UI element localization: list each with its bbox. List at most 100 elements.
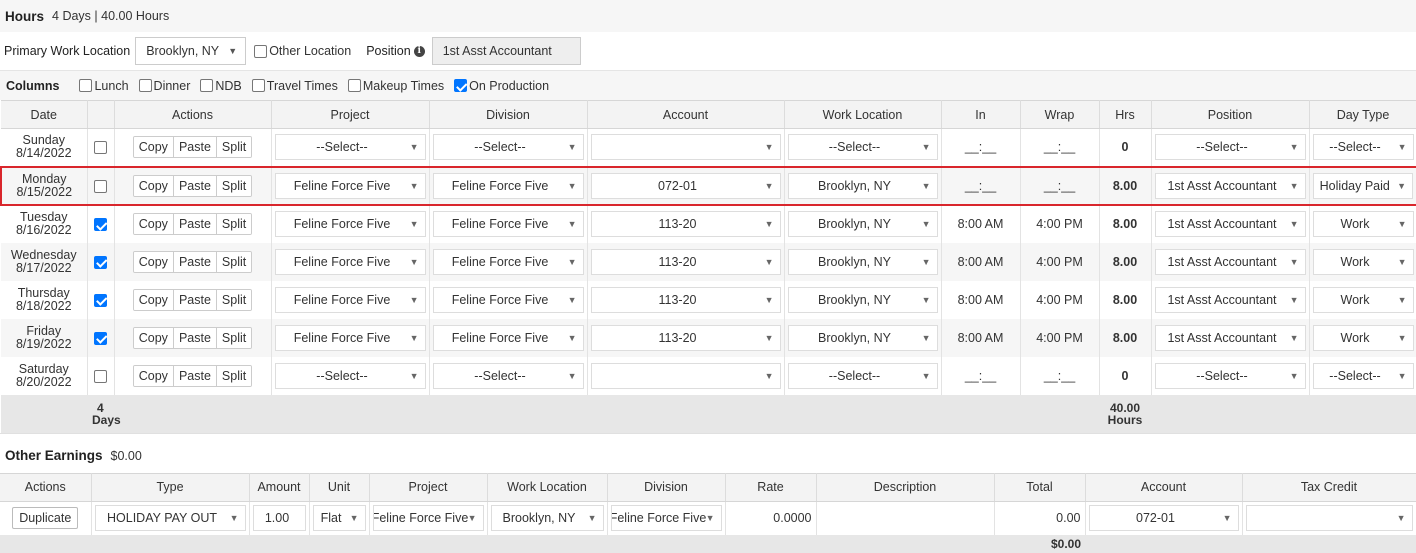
position-select[interactable]: 1st Asst Accountant▼ bbox=[1155, 325, 1306, 351]
rate-input[interactable]: 0.0000 bbox=[773, 511, 811, 525]
earning-location-select[interactable]: Brooklyn, NY ▼ bbox=[491, 505, 604, 531]
lunch-checkbox[interactable] bbox=[79, 79, 92, 92]
dinner-checkbox[interactable] bbox=[139, 79, 152, 92]
copy-button[interactable]: Copy bbox=[134, 290, 174, 310]
row-checkbox[interactable] bbox=[94, 370, 107, 383]
column-toggle-travel-times[interactable]: Travel Times bbox=[252, 79, 338, 93]
copy-button[interactable]: Copy bbox=[134, 214, 174, 234]
account-select[interactable]: ▼ bbox=[591, 134, 781, 160]
work-location-select[interactable]: --Select--▼ bbox=[788, 134, 938, 160]
account-select[interactable]: 113-20▼ bbox=[591, 211, 781, 237]
project-select[interactable]: Feline Force Five▼ bbox=[275, 211, 426, 237]
paste-button[interactable]: Paste bbox=[174, 366, 217, 386]
account-select[interactable]: 113-20▼ bbox=[591, 249, 781, 275]
in-time-input[interactable]: 8:00 AM bbox=[958, 217, 1004, 231]
row-checkbox[interactable] bbox=[94, 294, 107, 307]
tax-credit-select[interactable]: ▼ bbox=[1246, 505, 1413, 531]
division-select[interactable]: Feline Force Five▼ bbox=[433, 287, 584, 313]
split-button[interactable]: Split bbox=[217, 328, 251, 348]
earning-account-select[interactable]: 072-01 ▼ bbox=[1089, 505, 1239, 531]
earning-division-select[interactable]: Feline Force Five ▼ bbox=[611, 505, 722, 531]
day-type-select[interactable]: Work▼ bbox=[1313, 325, 1414, 351]
makeup-times-checkbox[interactable] bbox=[348, 79, 361, 92]
copy-button[interactable]: Copy bbox=[134, 176, 174, 196]
split-button[interactable]: Split bbox=[217, 176, 251, 196]
column-toggle-dinner[interactable]: Dinner bbox=[139, 79, 191, 93]
column-toggle-ndb[interactable]: NDB bbox=[200, 79, 241, 93]
in-time-input[interactable]: __:__ bbox=[965, 369, 996, 383]
wrap-time-input[interactable]: __:__ bbox=[1044, 179, 1075, 193]
project-select[interactable]: Feline Force Five▼ bbox=[275, 249, 426, 275]
position-select[interactable]: 1st Asst Accountant▼ bbox=[1155, 211, 1306, 237]
unit-select[interactable]: Flat ▼ bbox=[313, 505, 366, 531]
wrap-time-input[interactable]: __:__ bbox=[1044, 140, 1075, 154]
position-select[interactable]: 1st Asst Accountant▼ bbox=[1155, 173, 1306, 199]
project-select[interactable]: Feline Force Five▼ bbox=[275, 287, 426, 313]
column-toggle-lunch[interactable]: Lunch bbox=[79, 79, 128, 93]
in-time-input[interactable]: __:__ bbox=[965, 140, 996, 154]
wrap-time-input[interactable]: 4:00 PM bbox=[1036, 331, 1083, 345]
in-time-input[interactable]: 8:00 AM bbox=[958, 331, 1004, 345]
position-select[interactable]: 1st Asst Accountant▼ bbox=[1155, 249, 1306, 275]
day-type-select[interactable]: Work▼ bbox=[1313, 287, 1414, 313]
day-type-select[interactable]: --Select--▼ bbox=[1313, 134, 1414, 160]
column-toggle-on-production[interactable]: On Production bbox=[454, 79, 549, 93]
other-location-toggle[interactable]: Other Location bbox=[254, 44, 351, 58]
work-location-select[interactable]: --Select--▼ bbox=[788, 363, 938, 389]
account-select[interactable]: 113-20▼ bbox=[591, 287, 781, 313]
paste-button[interactable]: Paste bbox=[174, 176, 217, 196]
row-checkbox[interactable] bbox=[94, 218, 107, 231]
position-select[interactable]: --Select--▼ bbox=[1155, 363, 1306, 389]
project-select[interactable]: Feline Force Five▼ bbox=[275, 173, 426, 199]
division-select[interactable]: Feline Force Five▼ bbox=[433, 173, 584, 199]
division-select[interactable]: Feline Force Five▼ bbox=[433, 211, 584, 237]
earning-project-select[interactable]: Feline Force Five ▼ bbox=[373, 505, 484, 531]
work-location-select[interactable]: Brooklyn, NY▼ bbox=[788, 325, 938, 351]
split-button[interactable]: Split bbox=[217, 252, 251, 272]
row-checkbox[interactable] bbox=[94, 256, 107, 269]
day-type-select[interactable]: Work▼ bbox=[1313, 211, 1414, 237]
paste-button[interactable]: Paste bbox=[174, 214, 217, 234]
wrap-time-input[interactable]: 4:00 PM bbox=[1036, 217, 1083, 231]
travel-times-checkbox[interactable] bbox=[252, 79, 265, 92]
work-location-select[interactable]: Brooklyn, NY▼ bbox=[788, 173, 938, 199]
split-button[interactable]: Split bbox=[217, 290, 251, 310]
copy-button[interactable]: Copy bbox=[134, 328, 174, 348]
info-icon[interactable]: i bbox=[414, 46, 425, 57]
work-location-select[interactable]: Brooklyn, NY▼ bbox=[788, 287, 938, 313]
in-time-input[interactable]: 8:00 AM bbox=[958, 255, 1004, 269]
project-select[interactable]: Feline Force Five▼ bbox=[275, 325, 426, 351]
split-button[interactable]: Split bbox=[217, 214, 251, 234]
division-select[interactable]: --Select--▼ bbox=[433, 134, 584, 160]
row-checkbox[interactable] bbox=[94, 332, 107, 345]
earning-type-select[interactable]: HOLIDAY PAY OUT ▼ bbox=[95, 505, 246, 531]
wrap-time-input[interactable]: 4:00 PM bbox=[1036, 293, 1083, 307]
wrap-time-input[interactable]: __:__ bbox=[1044, 369, 1075, 383]
row-checkbox[interactable] bbox=[94, 141, 107, 154]
in-time-input[interactable]: 8:00 AM bbox=[958, 293, 1004, 307]
on-production-checkbox[interactable] bbox=[454, 79, 467, 92]
copy-button[interactable]: Copy bbox=[134, 137, 174, 157]
paste-button[interactable]: Paste bbox=[174, 252, 217, 272]
day-type-select[interactable]: --Select--▼ bbox=[1313, 363, 1414, 389]
split-button[interactable]: Split bbox=[217, 137, 251, 157]
account-select[interactable]: ▼ bbox=[591, 363, 781, 389]
work-location-select[interactable]: Brooklyn, NY▼ bbox=[788, 249, 938, 275]
division-select[interactable]: Feline Force Five▼ bbox=[433, 325, 584, 351]
position-select[interactable]: --Select--▼ bbox=[1155, 134, 1306, 160]
primary-work-location-select[interactable]: Brooklyn, NY ▼ bbox=[135, 37, 246, 65]
day-type-select[interactable]: Work▼ bbox=[1313, 249, 1414, 275]
other-location-checkbox[interactable] bbox=[254, 45, 267, 58]
ndb-checkbox[interactable] bbox=[200, 79, 213, 92]
day-type-select[interactable]: Holiday Paid▼ bbox=[1313, 173, 1414, 199]
paste-button[interactable]: Paste bbox=[174, 137, 217, 157]
division-select[interactable]: Feline Force Five▼ bbox=[433, 249, 584, 275]
position-select[interactable]: 1st Asst Accountant▼ bbox=[1155, 287, 1306, 313]
copy-button[interactable]: Copy bbox=[134, 252, 174, 272]
copy-button[interactable]: Copy bbox=[134, 366, 174, 386]
account-select[interactable]: 072-01▼ bbox=[591, 173, 781, 199]
split-button[interactable]: Split bbox=[217, 366, 251, 386]
account-select[interactable]: 113-20▼ bbox=[591, 325, 781, 351]
project-select[interactable]: --Select--▼ bbox=[275, 134, 426, 160]
column-toggle-makeup-times[interactable]: Makeup Times bbox=[348, 79, 444, 93]
